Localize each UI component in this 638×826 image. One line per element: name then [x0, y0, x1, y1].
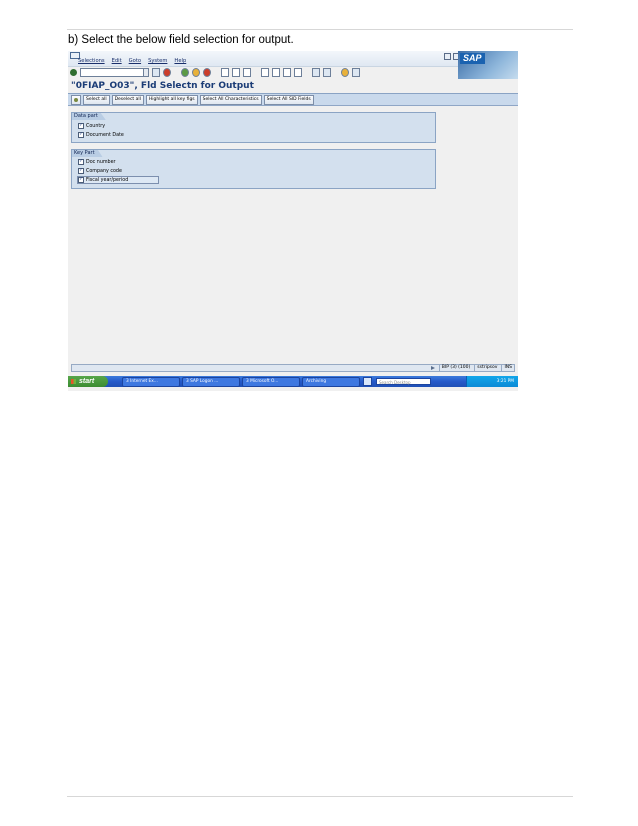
- minimize-icon[interactable]: [444, 53, 451, 60]
- field-label: Fiscal year/period: [86, 177, 129, 183]
- key-part-group: Key Part ✓ Doc number ✓ Company code ✓ F…: [71, 149, 436, 189]
- save-icon[interactable]: [163, 68, 171, 77]
- task-microsoft-office[interactable]: 3 Microsoft O...: [242, 376, 300, 387]
- windows-taskbar: start 3 Internet Ex... 3 SAP Logon ... 3…: [68, 376, 518, 387]
- back-icon[interactable]: [181, 68, 189, 77]
- status-expand-icon[interactable]: [430, 366, 435, 370]
- system-tray-clock: 3:21 PM: [466, 376, 518, 387]
- help-icon[interactable]: [341, 68, 349, 77]
- menu-items: Selections Edit Goto System Help: [78, 58, 186, 64]
- sap-logo: SAP: [460, 53, 485, 64]
- sap-screenshot: Selections Edit Goto System Help SAP "0F…: [68, 51, 518, 391]
- last-page-icon[interactable]: [294, 68, 302, 77]
- command-field[interactable]: [80, 68, 144, 77]
- menu-goto[interactable]: Goto: [129, 58, 141, 64]
- menu-edit[interactable]: Edit: [112, 58, 122, 64]
- group-title: Data part: [72, 113, 106, 120]
- find-next-icon[interactable]: [243, 68, 251, 77]
- search-desktop-field[interactable]: Search Desktop: [376, 378, 431, 385]
- select-characteristics-button[interactable]: Select All Characteristics: [199, 94, 262, 105]
- select-all-button[interactable]: Select all: [83, 94, 110, 105]
- checkbox[interactable]: ✓: [78, 159, 84, 165]
- task-archiving[interactable]: Archiving: [302, 376, 360, 387]
- previous-page-icon[interactable]: [272, 68, 280, 77]
- highlight-key-figs-button[interactable]: Highlight all key figs: [145, 94, 198, 105]
- first-page-icon[interactable]: [261, 68, 269, 77]
- menu-selections[interactable]: Selections: [78, 58, 105, 64]
- menu-help[interactable]: Help: [174, 58, 186, 64]
- top-page-rule: [67, 29, 573, 30]
- document-caption: b) Select the below field selection for …: [68, 34, 294, 46]
- print-icon[interactable]: [221, 68, 229, 77]
- group-title: Key Part: [72, 150, 103, 157]
- next-page-icon[interactable]: [283, 68, 291, 77]
- status-server: sstripsov: [474, 365, 499, 371]
- field-row-country[interactable]: ✓ Country: [78, 123, 105, 129]
- field-label: Company code: [86, 168, 122, 174]
- standard-toolbar: [68, 67, 458, 78]
- field-label: Country: [86, 123, 106, 129]
- menu-system[interactable]: System: [148, 58, 167, 64]
- exit-icon[interactable]: [192, 68, 200, 77]
- new-session-icon[interactable]: [312, 68, 320, 77]
- desktop-search-icon[interactable]: [363, 377, 372, 386]
- start-button[interactable]: start: [68, 376, 108, 387]
- status-mode[interactable]: INS: [501, 365, 514, 371]
- application-toolbar: Select all Deselect all Highlight all ke…: [68, 94, 518, 106]
- field-row-doc-number[interactable]: ✓ Doc number: [78, 159, 116, 165]
- field-row-document-date[interactable]: ✓ Document Date: [78, 132, 124, 138]
- execute-icon[interactable]: [71, 94, 81, 105]
- command-dropdown-icon[interactable]: [143, 68, 149, 77]
- shortcut-icon[interactable]: [323, 68, 331, 77]
- task-sap-logon[interactable]: 3 SAP Logon ...: [182, 376, 240, 387]
- checkbox[interactable]: ✓: [78, 177, 84, 183]
- field-label: Document Date: [86, 132, 124, 138]
- cancel-icon[interactable]: [203, 68, 211, 77]
- sap-banner: SAP: [458, 51, 518, 79]
- enter-icon[interactable]: [70, 69, 77, 76]
- screen-title: "0FIAP_O03", Fld Selectn for Output: [71, 81, 254, 91]
- layout-menu-icon[interactable]: [352, 68, 360, 77]
- checkbox[interactable]: ✓: [78, 123, 84, 129]
- task-internet-explorer[interactable]: 3 Internet Ex...: [122, 376, 180, 387]
- status-system[interactable]: BIP (3) (100): [438, 365, 472, 371]
- bottom-page-rule: [67, 796, 573, 797]
- select-sid-fields-button[interactable]: Select All SID Fields: [263, 94, 314, 105]
- back-arrow-icon[interactable]: [152, 68, 160, 77]
- status-bar: BIP (3) (100) sstripsov INS: [71, 364, 515, 372]
- field-label: Doc number: [86, 159, 116, 165]
- data-part-group: Data part ✓ Country ✓ Document Date: [71, 112, 436, 143]
- find-icon[interactable]: [232, 68, 240, 77]
- field-row-company-code[interactable]: ✓ Company code: [78, 168, 122, 174]
- deselect-all-button[interactable]: Deselect all: [111, 94, 144, 105]
- field-row-fiscal-year-period[interactable]: ✓ Fiscal year/period: [77, 176, 160, 184]
- checkbox[interactable]: ✓: [78, 132, 84, 138]
- checkbox[interactable]: ✓: [78, 168, 84, 174]
- menu-bar: Selections Edit Goto System Help: [68, 51, 518, 67]
